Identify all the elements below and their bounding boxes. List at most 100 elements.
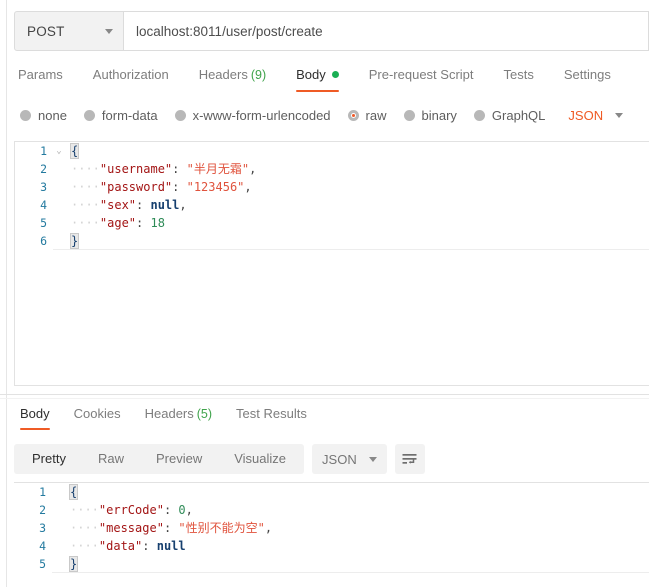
response-tab-bar: Body Cookies Headers (5) Test Results <box>8 403 319 431</box>
pane-divider[interactable] <box>0 394 649 395</box>
response-view-toolbar: Pretty Raw Preview Visualize JSON <box>14 443 425 475</box>
code-line-text: ····"age": 18 <box>65 214 649 232</box>
request-body-editor[interactable]: 1 ⌄{2 ····"username": "半月无霜", 3 ····"passwor… <box>14 141 649 386</box>
tab-authorization[interactable]: Authorization <box>78 62 184 92</box>
response-view-raw[interactable]: Raw <box>82 444 140 474</box>
body-format-select[interactable]: JSON <box>568 107 624 123</box>
code-line-text: { <box>64 483 649 501</box>
code-line[interactable]: 5 ····"age": 18 <box>15 214 649 232</box>
code-line[interactable]: 2 ····"username": "半月无霜", <box>15 160 649 178</box>
code-line[interactable]: 3 ····"password": "123456", <box>15 178 649 196</box>
code-token: : <box>136 216 151 230</box>
code-token: { <box>68 484 79 500</box>
code-token: null <box>150 198 180 212</box>
body-type-x-www-form-urlencoded-label: x-www-form-urlencoded <box>192 107 331 123</box>
code-token: "sex" <box>99 198 137 212</box>
code-token: 18 <box>150 216 165 230</box>
response-body-code[interactable]: 1{2 ····"errCode": 0, 3 ····"message": "性别不… <box>14 483 649 573</box>
line-number: 4 <box>40 198 47 212</box>
line-number: 4 <box>39 539 46 553</box>
code-line[interactable]: 6} <box>15 232 649 250</box>
tab-headers-count: (9) <box>250 68 267 82</box>
response-tab-body[interactable]: Body <box>8 403 62 430</box>
tab-settings[interactable]: Settings <box>549 62 626 92</box>
body-type-form-data[interactable]: form-data <box>83 107 158 123</box>
response-body-editor[interactable]: 1{2 ····"errCode": 0, 3 ····"message": "性别不… <box>14 482 649 587</box>
http-method-label: POST <box>27 23 65 39</box>
code-token: : <box>163 503 179 517</box>
code-line[interactable]: 3 ····"message": "性别不能为空", <box>14 519 649 537</box>
tab-tests[interactable]: Tests <box>489 62 549 92</box>
code-token: { <box>69 143 80 159</box>
response-tab-headers[interactable]: Headers (5) <box>133 403 224 430</box>
response-view-switcher: Pretty Raw Preview Visualize <box>14 444 305 474</box>
request-body-code[interactable]: 1 ⌄{2 ····"username": "半月无霜", 3 ····"passwor… <box>15 142 649 250</box>
line-number: 5 <box>39 557 46 571</box>
body-type-binary[interactable]: binary <box>403 107 457 123</box>
body-type-none[interactable]: none <box>20 108 67 123</box>
code-line[interactable]: 1{ <box>14 483 649 501</box>
code-token: ···· <box>71 162 100 176</box>
code-token: , <box>249 162 257 176</box>
tab-underline <box>20 427 50 430</box>
code-token: } <box>68 556 79 572</box>
response-format-select[interactable]: JSON <box>312 444 387 474</box>
code-token: : <box>172 162 187 176</box>
response-view-preview[interactable]: Preview <box>140 444 218 474</box>
code-token: : <box>142 539 157 553</box>
body-type-none-label: none <box>38 107 67 123</box>
code-token: "半月无霜" <box>186 162 250 176</box>
http-method-select[interactable]: POST <box>14 11 124 51</box>
code-token: "性别不能为空" <box>178 521 265 535</box>
word-wrap-icon <box>402 453 417 464</box>
code-line[interactable]: 4 ····"sex": null, <box>15 196 649 214</box>
code-token: "password" <box>99 180 173 194</box>
tab-params-label: Params <box>18 67 63 82</box>
response-tab-cookies[interactable]: Cookies <box>62 403 133 430</box>
code-token: ···· <box>70 521 99 535</box>
tab-pre-request-script[interactable]: Pre-request Script <box>354 62 489 92</box>
code-token: : <box>136 198 151 212</box>
response-tab-test-results-label: Test Results <box>236 406 307 421</box>
response-view-pretty[interactable]: Pretty <box>16 444 82 474</box>
chevron-down-icon <box>368 456 377 462</box>
code-token: , <box>264 521 273 535</box>
body-type-raw-label: raw <box>365 107 387 123</box>
code-line-text: ····"message": "性别不能为空", <box>64 519 649 537</box>
tab-params[interactable]: Params <box>14 62 78 92</box>
code-token: , <box>179 198 187 212</box>
postman-request-response-view: POST localhost:8011/user/post/create Par… <box>0 0 649 587</box>
tab-underline <box>296 89 339 92</box>
code-line[interactable]: 2 ····"errCode": 0, <box>14 501 649 519</box>
response-format-label: JSON <box>322 451 357 467</box>
code-line[interactable]: 1 ⌄{ <box>15 142 649 160</box>
body-type-raw[interactable]: raw <box>347 107 387 123</box>
radio-icon <box>20 109 31 121</box>
response-view-visualize[interactable]: Visualize <box>218 444 302 474</box>
body-type-form-data-label: form-data <box>101 107 158 123</box>
fold-chevron-icon[interactable]: ⌄ <box>53 142 65 160</box>
tab-headers[interactable]: Headers (9) <box>184 62 281 92</box>
body-format-label: JSON <box>568 107 604 123</box>
line-number: 6 <box>40 234 47 248</box>
body-type-binary-label: binary <box>421 107 457 123</box>
response-tab-test-results[interactable]: Test Results <box>224 403 319 430</box>
body-type-graphql[interactable]: GraphQL <box>473 108 545 123</box>
code-line-text: ····"errCode": 0, <box>64 501 649 519</box>
body-type-x-www-form-urlencoded[interactable]: x-www-form-urlencoded <box>174 107 331 123</box>
pane-divider-shadow <box>0 398 649 399</box>
tab-tests-label: Tests <box>503 67 534 82</box>
code-token: "username" <box>99 162 173 176</box>
request-url-input[interactable]: localhost:8011/user/post/create <box>124 11 649 51</box>
code-line-text: ····"username": "半月无霜", <box>65 160 649 178</box>
response-tab-headers-label: Headers <box>144 406 194 421</box>
code-line[interactable]: 5} <box>14 555 649 573</box>
tab-body[interactable]: Body <box>281 62 354 92</box>
radio-icon <box>473 109 485 121</box>
code-token: "errCode" <box>98 503 164 517</box>
word-wrap-toggle[interactable] <box>394 444 425 474</box>
response-tab-headers-count: (5) <box>196 407 213 421</box>
code-line[interactable]: 4 ····"data": null <box>14 537 649 555</box>
response-tab-body-label: Body <box>20 406 50 421</box>
code-line-text: ····"password": "123456", <box>65 178 649 196</box>
